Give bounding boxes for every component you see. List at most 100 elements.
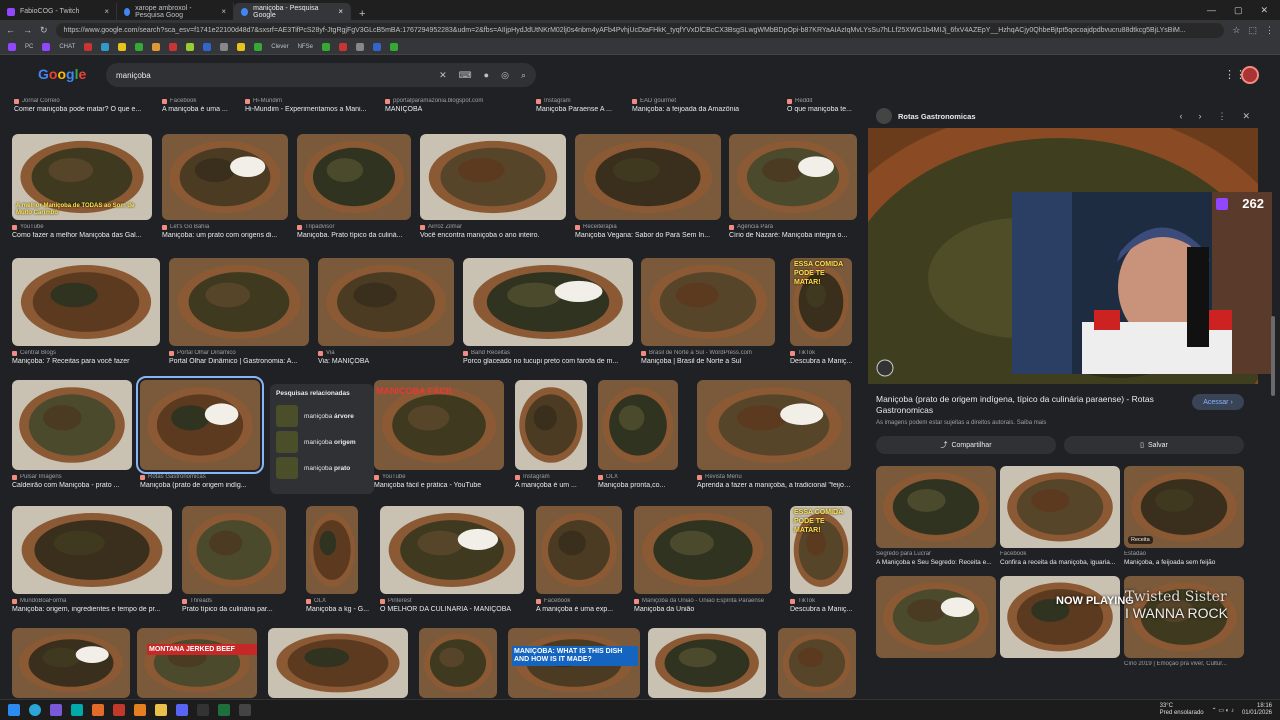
weather-temp[interactable]: 33°C <box>1160 703 1204 710</box>
result-caption[interactable]: MundoBoaForma Maniçoba: origem, ingredien… <box>12 598 172 613</box>
app-icon[interactable] <box>239 704 251 716</box>
result-image[interactable] <box>12 380 132 470</box>
result-caption[interactable]: Revista Menu Aprenda a fazer a maniçoba, … <box>697 474 851 489</box>
start-icon[interactable] <box>8 704 20 716</box>
result-image[interactable] <box>420 134 566 220</box>
result-caption[interactable]: Let's Go Bahia Maniçoba: um prato com ori… <box>162 224 288 239</box>
next-icon[interactable]: › <box>1198 111 1201 122</box>
bookmark-icon[interactable] <box>220 43 229 51</box>
result-title[interactable]: Caldeirão com Maniçoba - prato ... <box>12 482 132 489</box>
result-image[interactable] <box>536 506 622 594</box>
result-image[interactable] <box>419 628 497 698</box>
clock-date[interactable]: 01/01/2026 <box>1242 710 1272 717</box>
tab-manicoba[interactable]: maniçoba - Pesquisa Google × <box>234 3 351 20</box>
mic-icon[interactable]: ● <box>484 70 489 80</box>
bookmark-icon[interactable] <box>186 43 195 51</box>
brave-icon[interactable] <box>92 704 104 716</box>
result-image[interactable] <box>268 628 408 698</box>
search-box[interactable]: maniçoba ✕ ⌨ ● ◎ ⌕ <box>106 63 536 87</box>
save-button[interactable]: ▯ Salvar <box>1064 436 1244 454</box>
result-caption[interactable]: Facebook A maniçoba é uma exp... <box>536 598 636 613</box>
tab-twitch[interactable]: FabioCOG - Twitch × <box>0 3 117 20</box>
result-title[interactable]: Maniçoba: 7 Receitas para você fazer <box>12 358 160 365</box>
result-caption[interactable]: Jornal Correio Comer maniçoba pode matar?… <box>14 98 154 113</box>
result-title[interactable]: Descubra a Maniç... <box>790 358 860 365</box>
result-image[interactable] <box>136 376 264 474</box>
bookmark-icon[interactable] <box>135 43 144 51</box>
panel-related-item[interactable]: Facebook Confira a receita da maniçoba, i… <box>1000 466 1120 566</box>
result-caption[interactable]: TikTok Descubra a Maniç... <box>790 598 860 613</box>
share-button[interactable]: ⤴ Compartilhar <box>876 436 1056 454</box>
bookmark-icon[interactable] <box>254 43 263 51</box>
result-title[interactable]: Maniçoba: origem, ingredientes e tempo d… <box>12 606 172 613</box>
discord-icon[interactable] <box>176 704 188 716</box>
extensions-icon[interactable]: ⬚ <box>1248 25 1257 36</box>
bookmark-icon[interactable] <box>84 43 93 51</box>
result-title[interactable]: Como fazer a melhor Maniçoba das Gal... <box>12 232 152 239</box>
app-icon[interactable] <box>71 704 83 716</box>
bookmark-icon[interactable] <box>237 43 246 51</box>
result-caption[interactable]: Hi-Mundim Hi-Mundim - Experimentamos a Ma… <box>245 98 395 113</box>
bookmark-icon[interactable] <box>118 43 127 51</box>
result-title[interactable]: Aprenda a fazer a maniçoba, a tradiciona… <box>697 482 851 489</box>
panel-related-item[interactable]: Segredo para Lucrar A Maniçoba e Seu Segr… <box>876 466 996 566</box>
result-image[interactable] <box>515 380 587 470</box>
result-caption[interactable]: YouTube Maniçoba fácil e prática - YouTub… <box>374 474 504 489</box>
maximize-icon[interactable]: ▢ <box>1234 5 1243 16</box>
bookmark-clever[interactable]: Clever <box>271 44 288 50</box>
result-title[interactable]: Porco glaceado no tucupi preto com farof… <box>463 358 633 365</box>
result-image[interactable] <box>641 258 775 346</box>
keyboard-icon[interactable]: ⌨ <box>459 70 472 81</box>
bookmark-pc[interactable]: PC <box>25 44 33 50</box>
url-field[interactable]: https://www.google.com/search?sca_esv=f1… <box>55 22 1225 38</box>
result-caption[interactable]: Maniçoba da União - União Espírita Parae… <box>634 598 772 613</box>
avatar[interactable] <box>1241 66 1259 84</box>
bookmark-icon[interactable] <box>169 43 178 51</box>
result-image[interactable] <box>380 506 524 594</box>
result-image[interactable] <box>318 258 454 346</box>
app-icon[interactable] <box>113 704 125 716</box>
result-title[interactable]: Maniçoba: a feijoada da Amazônia <box>632 106 772 113</box>
edge-icon[interactable] <box>29 704 41 716</box>
bookmark-icon[interactable] <box>389 43 398 51</box>
result-caption[interactable]: TikTok Descubra a Maniç... <box>790 350 860 365</box>
close-icon[interactable]: ✕ <box>1242 111 1250 122</box>
google-logo[interactable]: Google <box>38 66 86 82</box>
result-caption[interactable]: Airroz Zilmar Você encontra maniçoba o an… <box>420 224 566 239</box>
close-icon[interactable]: × <box>104 7 109 16</box>
app-icon[interactable] <box>218 704 230 716</box>
reload-icon[interactable]: ↻ <box>40 25 48 36</box>
result-title[interactable]: Maniçoba pronta,co... <box>598 482 698 489</box>
result-caption[interactable]: YouTube Como fazer a melhor Maniçoba das … <box>12 224 152 239</box>
bookmark-icon[interactable] <box>321 43 330 51</box>
new-tab-icon[interactable]: + <box>351 8 373 20</box>
panel-related-thumb[interactable] <box>876 466 996 548</box>
result-image[interactable] <box>169 258 309 346</box>
related-search-item[interactable]: maniçoba prato <box>276 455 368 481</box>
panel-source[interactable]: Rotas Gastronomicas <box>898 112 976 121</box>
result-title[interactable]: Portal Olhar Dinâmico | Gastronomia: A..… <box>169 358 309 365</box>
result-caption[interactable]: Pinterest O MELHOR DA CULINÁRIA - MANIÇOB… <box>380 598 524 613</box>
result-image[interactable] <box>12 506 172 594</box>
result-caption[interactable]: OLX Maniçoba pronta,co... <box>598 474 698 489</box>
result-title[interactable]: Maniçoba | Brasil de Norte a Sul <box>641 358 775 365</box>
search-input[interactable]: maniçoba <box>116 71 427 80</box>
result-image[interactable] <box>648 628 766 698</box>
result-title[interactable]: O MELHOR DA CULINÁRIA - MANIÇOBA <box>380 606 524 613</box>
result-image[interactable] <box>575 134 721 220</box>
panel-related-thumb[interactable] <box>1124 576 1244 658</box>
minimize-icon[interactable]: — <box>1207 5 1216 16</box>
result-title[interactable]: Você encontra maniçoba o ano inteiro. <box>420 232 566 239</box>
search-icon[interactable]: ⌕ <box>521 70 526 81</box>
result-caption[interactable]: Tripadvisor Maniçoba. Prato típico da cul… <box>297 224 411 239</box>
clear-icon[interactable]: ✕ <box>439 70 447 81</box>
panel-title[interactable]: Maniçoba (prato de origem indígena, típi… <box>876 394 1176 416</box>
result-image[interactable] <box>297 134 411 220</box>
result-title[interactable]: Maniçoba: um prato com origens di... <box>162 232 288 239</box>
result-title[interactable]: Comer maniçoba pode matar? O que e... <box>14 106 154 113</box>
bookmark-icon[interactable] <box>338 43 347 51</box>
panel-related-title[interactable]: Confira a receita da maniçoba, iguaria..… <box>1000 559 1120 566</box>
explorer-icon[interactable] <box>155 704 167 716</box>
panel-related-title[interactable]: Maniçoba, a feijoada sem feijão <box>1124 559 1244 566</box>
result-image[interactable] <box>12 628 130 698</box>
